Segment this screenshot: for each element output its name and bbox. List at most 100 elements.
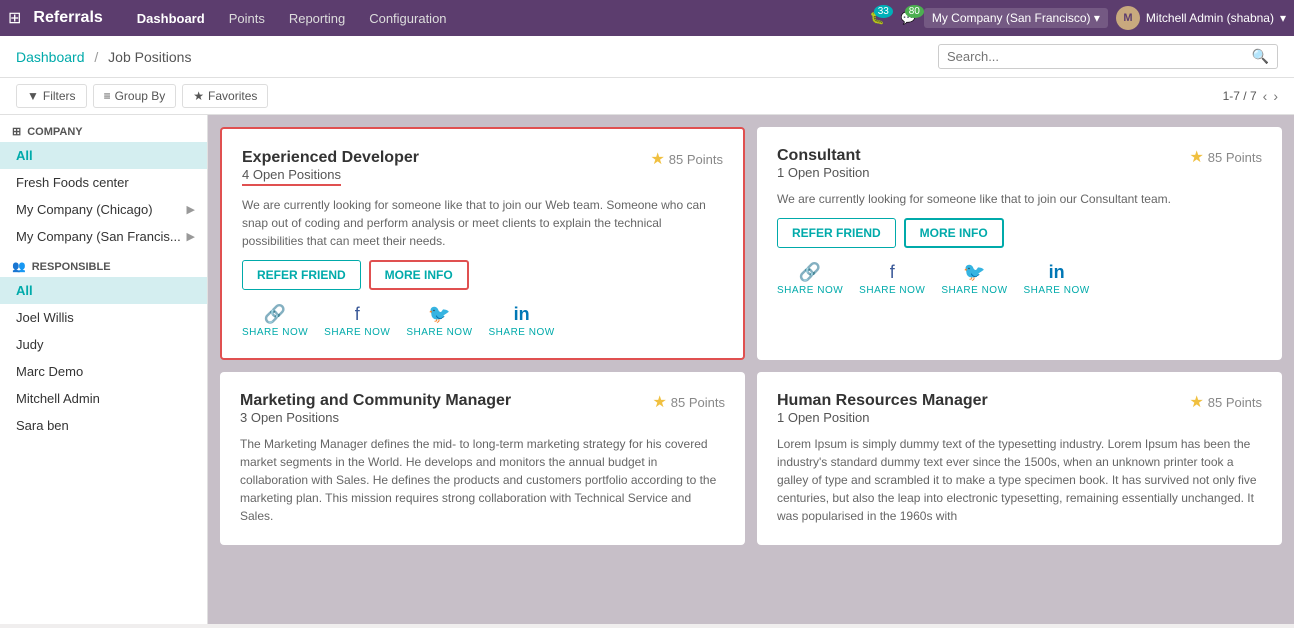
- groupby-button[interactable]: ≡ Group By: [93, 84, 177, 108]
- card2-share-linkedin[interactable]: in SHARE NOW: [1024, 262, 1090, 296]
- bug-icon-container[interactable]: 🐛 33: [870, 11, 885, 25]
- card2-li-label: SHARE NOW: [1024, 285, 1090, 296]
- sidebar-joel-label: Joel Willis: [16, 310, 74, 325]
- sidebar-responsible-all-label: All: [16, 283, 33, 298]
- groupby-label: Group By: [115, 89, 166, 103]
- company-section-title: COMPANY: [27, 126, 82, 138]
- user-selector[interactable]: M Mitchell Admin (shabna) ▾: [1116, 6, 1286, 30]
- card1-points: 85 Points: [669, 152, 723, 167]
- card4-title: Human Resources Manager: [777, 392, 988, 410]
- breadcrumb-current: Job Positions: [108, 49, 191, 65]
- card1-refer-button[interactable]: REFER FRIEND: [242, 260, 361, 290]
- card4-positions: 1 Open Position: [777, 410, 988, 425]
- card1-tw-label: SHARE NOW: [406, 327, 472, 338]
- card4-positions-text: 1 Open Position: [777, 410, 870, 425]
- job-card-experienced-developer: Experienced Developer 4 Open Positions ★…: [220, 127, 745, 360]
- filters-button[interactable]: ▼ Filters: [16, 84, 87, 108]
- sidebar-item-marc[interactable]: Marc Demo: [0, 358, 207, 385]
- card2-tw-label: SHARE NOW: [941, 285, 1007, 296]
- company-selector[interactable]: My Company (San Francisco) ▾: [924, 8, 1108, 28]
- card1-share-linkedin[interactable]: in SHARE NOW: [489, 304, 555, 338]
- sidebar-item-company-all[interactable]: All: [0, 142, 207, 169]
- next-page-button[interactable]: ›: [1273, 88, 1278, 104]
- card2-points-badge: ★ 85 Points: [1189, 147, 1262, 167]
- card1-share-link[interactable]: 🔗 SHARE NOW: [242, 304, 308, 338]
- card2-positions-text: 1 Open Position: [777, 165, 870, 180]
- breadcrumb-dashboard[interactable]: Dashboard: [16, 49, 85, 65]
- nav-configuration[interactable]: Configuration: [359, 5, 456, 32]
- search-input[interactable]: [947, 49, 1252, 64]
- main-layout: ⊞ COMPANY All Fresh Foods center My Comp…: [0, 115, 1294, 624]
- card3-points: 85 Points: [671, 395, 725, 410]
- favorites-label: Favorites: [208, 89, 257, 103]
- responsible-section-icon: 👥: [12, 260, 26, 273]
- card1-fb-icon: f: [355, 304, 360, 325]
- user-avatar: M: [1116, 6, 1140, 30]
- card3-positions: 3 Open Positions: [240, 410, 511, 425]
- card2-description: We are currently looking for someone lik…: [777, 190, 1262, 208]
- card1-share-facebook[interactable]: f SHARE NOW: [324, 304, 390, 338]
- sidebar-item-sara[interactable]: Sara ben: [0, 412, 207, 439]
- sidebar-sf-label: My Company (San Francis...: [16, 229, 181, 244]
- chat-icon-container[interactable]: 💬 80: [901, 11, 916, 25]
- card2-share-twitter[interactable]: 🐦 SHARE NOW: [941, 262, 1007, 296]
- prev-page-button[interactable]: ‹: [1263, 88, 1268, 104]
- user-name: Mitchell Admin (shabna): [1146, 11, 1274, 25]
- sidebar-item-chicago[interactable]: My Company (Chicago) ▶: [0, 196, 207, 223]
- card1-positions: 4 Open Positions: [242, 167, 419, 186]
- card1-header: Experienced Developer 4 Open Positions ★…: [242, 149, 723, 186]
- search-bar: 🔍: [938, 44, 1278, 69]
- filter-bar: ▼ Filters ≡ Group By ★ Favorites 1-7 / 7…: [0, 78, 1294, 115]
- search-icon: 🔍: [1252, 48, 1269, 65]
- responsible-section-label: 👥 RESPONSIBLE: [0, 250, 207, 277]
- nav-points[interactable]: Points: [219, 5, 275, 32]
- app-brand: Referrals: [33, 9, 102, 27]
- card1-positions-text: 4 Open Positions: [242, 167, 341, 186]
- filters-label: Filters: [43, 89, 76, 103]
- job-card-marketing-manager: Marketing and Community Manager 3 Open P…: [220, 372, 745, 545]
- chicago-arrow: ▶: [187, 203, 195, 216]
- sidebar-item-responsible-all[interactable]: All: [0, 277, 207, 304]
- card4-header: Human Resources Manager 1 Open Position …: [777, 392, 1262, 425]
- company-name: My Company (San Francisco): [932, 11, 1091, 25]
- filter-icon: ▼: [27, 89, 39, 103]
- nav-reporting[interactable]: Reporting: [279, 5, 355, 32]
- sidebar-item-joel[interactable]: Joel Willis: [0, 304, 207, 331]
- nav-links: Dashboard Points Reporting Configuration: [127, 5, 870, 32]
- sidebar-judy-label: Judy: [16, 337, 43, 352]
- card1-more-info-button[interactable]: MORE INFO: [369, 260, 469, 290]
- job-card-hr-manager: Human Resources Manager 1 Open Position …: [757, 372, 1282, 545]
- card4-points-badge: ★ 85 Points: [1189, 392, 1262, 412]
- favorites-button[interactable]: ★ Favorites: [182, 84, 268, 108]
- sidebar-chicago-label: My Company (Chicago): [16, 202, 153, 217]
- card2-li-icon: in: [1049, 262, 1065, 283]
- responsible-section-title: RESPONSIBLE: [32, 261, 111, 273]
- pagination: 1-7 / 7 ‹ ›: [1223, 88, 1278, 104]
- sidebar-item-judy[interactable]: Judy: [0, 331, 207, 358]
- card3-header: Marketing and Community Manager 3 Open P…: [240, 392, 725, 425]
- card1-tw-icon: 🐦: [428, 304, 450, 325]
- card2-title: Consultant: [777, 147, 870, 165]
- sidebar-item-mitchell[interactable]: Mitchell Admin: [0, 385, 207, 412]
- card2-refer-button[interactable]: REFER FRIEND: [777, 218, 896, 248]
- breadcrumb-separator: /: [94, 49, 98, 65]
- card2-fb-icon: f: [890, 262, 895, 283]
- card1-link-icon: 🔗: [264, 304, 286, 325]
- sidebar-marc-label: Marc Demo: [16, 364, 83, 379]
- apps-icon[interactable]: ⊞: [8, 8, 21, 28]
- card2-share-link[interactable]: 🔗 SHARE NOW: [777, 262, 843, 296]
- bug-badge: 33: [874, 5, 893, 18]
- card1-star-icon: ★: [650, 149, 664, 169]
- sidebar-mitchell-label: Mitchell Admin: [16, 391, 100, 406]
- card2-share-facebook[interactable]: f SHARE NOW: [859, 262, 925, 296]
- nav-dashboard[interactable]: Dashboard: [127, 5, 215, 32]
- card2-points: 85 Points: [1208, 150, 1262, 165]
- sidebar-item-fresh-foods[interactable]: Fresh Foods center: [0, 169, 207, 196]
- card1-share-twitter[interactable]: 🐦 SHARE NOW: [406, 304, 472, 338]
- sidebar-fresh-foods-label: Fresh Foods center: [16, 175, 129, 190]
- sidebar-item-san-francisco[interactable]: My Company (San Francis... ▶: [0, 223, 207, 250]
- card3-description: The Marketing Manager defines the mid- t…: [240, 435, 725, 525]
- card1-title: Experienced Developer: [242, 149, 419, 167]
- left-filters: ▼ Filters ≡ Group By ★ Favorites: [16, 84, 268, 108]
- card2-more-info-button[interactable]: MORE INFO: [904, 218, 1004, 248]
